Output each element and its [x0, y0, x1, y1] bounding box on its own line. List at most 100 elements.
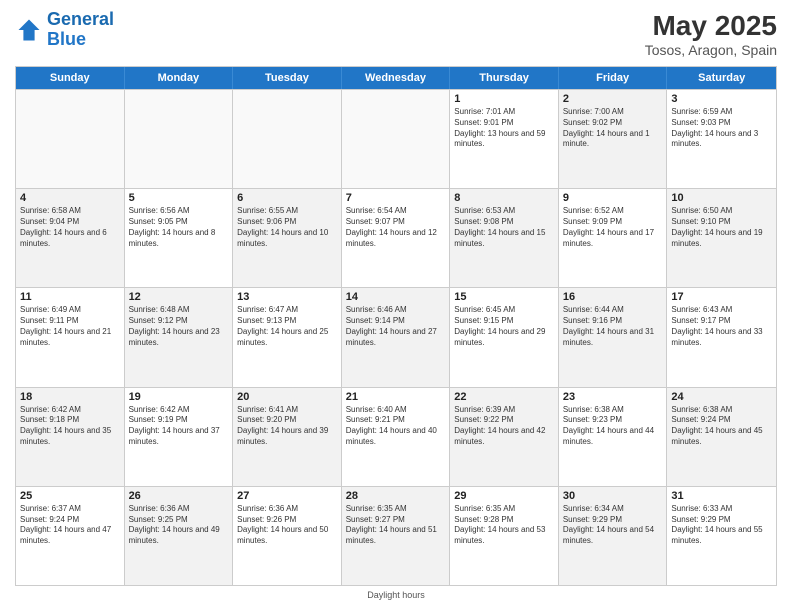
daylight-text: Daylight: 14 hours and 12 minutes. — [346, 228, 446, 250]
daylight-text: Daylight: 14 hours and 17 minutes. — [563, 228, 663, 250]
sunrise-text: Sunrise: 6:47 AM — [237, 305, 337, 316]
calendar-cell: 24 Sunrise: 6:38 AM Sunset: 9:24 PM Dayl… — [667, 388, 776, 486]
day-number: 20 — [237, 391, 337, 403]
sunset-text: Sunset: 9:18 PM — [20, 415, 120, 426]
daylight-text: Daylight: 14 hours and 21 minutes. — [20, 327, 120, 349]
footer-note: Daylight hours — [15, 586, 777, 602]
sunset-text: Sunset: 9:21 PM — [346, 415, 446, 426]
day-number: 30 — [563, 490, 663, 502]
logo-icon — [15, 16, 43, 44]
day-number: 31 — [671, 490, 772, 502]
calendar-week-3: 11 Sunrise: 6:49 AM Sunset: 9:11 PM Dayl… — [16, 287, 776, 386]
day-number: 11 — [20, 291, 120, 303]
day-number: 10 — [671, 192, 772, 204]
day-number: 6 — [237, 192, 337, 204]
calendar-cell: 7 Sunrise: 6:54 AM Sunset: 9:07 PM Dayli… — [342, 189, 451, 287]
calendar-cell — [233, 90, 342, 188]
day-number: 5 — [129, 192, 229, 204]
sunset-text: Sunset: 9:13 PM — [237, 316, 337, 327]
calendar-cell: 28 Sunrise: 6:35 AM Sunset: 9:27 PM Dayl… — [342, 487, 451, 585]
daylight-text: Daylight: 14 hours and 25 minutes. — [237, 327, 337, 349]
sunset-text: Sunset: 9:26 PM — [237, 515, 337, 526]
calendar-cell: 8 Sunrise: 6:53 AM Sunset: 9:08 PM Dayli… — [450, 189, 559, 287]
daylight-text: Daylight: 14 hours and 3 minutes. — [671, 129, 772, 151]
calendar-week-5: 25 Sunrise: 6:37 AM Sunset: 9:24 PM Dayl… — [16, 486, 776, 585]
sunrise-text: Sunrise: 6:33 AM — [671, 504, 772, 515]
calendar-cell: 10 Sunrise: 6:50 AM Sunset: 9:10 PM Dayl… — [667, 189, 776, 287]
daylight-text: Daylight: 14 hours and 37 minutes. — [129, 426, 229, 448]
calendar-cell: 11 Sunrise: 6:49 AM Sunset: 9:11 PM Dayl… — [16, 288, 125, 386]
dow-monday: Monday — [125, 67, 234, 89]
calendar-week-4: 18 Sunrise: 6:42 AM Sunset: 9:18 PM Dayl… — [16, 387, 776, 486]
daylight-text: Daylight: 14 hours and 50 minutes. — [237, 525, 337, 547]
calendar-cell: 4 Sunrise: 6:58 AM Sunset: 9:04 PM Dayli… — [16, 189, 125, 287]
calendar-cell: 13 Sunrise: 6:47 AM Sunset: 9:13 PM Dayl… — [233, 288, 342, 386]
calendar-cell — [342, 90, 451, 188]
daylight-text: Daylight: 14 hours and 29 minutes. — [454, 327, 554, 349]
sunset-text: Sunset: 9:24 PM — [20, 515, 120, 526]
calendar-cell: 5 Sunrise: 6:56 AM Sunset: 9:05 PM Dayli… — [125, 189, 234, 287]
day-number: 9 — [563, 192, 663, 204]
calendar-cell: 23 Sunrise: 6:38 AM Sunset: 9:23 PM Dayl… — [559, 388, 668, 486]
daylight-text: Daylight: 14 hours and 31 minutes. — [563, 327, 663, 349]
daylight-text: Daylight: 14 hours and 10 minutes. — [237, 228, 337, 250]
sunrise-text: Sunrise: 6:41 AM — [237, 405, 337, 416]
sunrise-text: Sunrise: 6:38 AM — [563, 405, 663, 416]
day-number: 16 — [563, 291, 663, 303]
page-subtitle: Tosos, Aragon, Spain — [645, 42, 777, 58]
calendar-body: 1 Sunrise: 7:01 AM Sunset: 9:01 PM Dayli… — [16, 89, 776, 585]
logo-text: General Blue — [47, 10, 114, 50]
calendar-cell: 30 Sunrise: 6:34 AM Sunset: 9:29 PM Dayl… — [559, 487, 668, 585]
sunset-text: Sunset: 9:20 PM — [237, 415, 337, 426]
daylight-text: Daylight: 14 hours and 45 minutes. — [671, 426, 772, 448]
daylight-text: Daylight: 14 hours and 27 minutes. — [346, 327, 446, 349]
daylight-text: Daylight: 14 hours and 54 minutes. — [563, 525, 663, 547]
daylight-text: Daylight: 14 hours and 15 minutes. — [454, 228, 554, 250]
sunset-text: Sunset: 9:09 PM — [563, 217, 663, 228]
sunrise-text: Sunrise: 6:36 AM — [237, 504, 337, 515]
calendar-week-2: 4 Sunrise: 6:58 AM Sunset: 9:04 PM Dayli… — [16, 188, 776, 287]
sunset-text: Sunset: 9:10 PM — [671, 217, 772, 228]
calendar-cell: 12 Sunrise: 6:48 AM Sunset: 9:12 PM Dayl… — [125, 288, 234, 386]
daylight-text: Daylight: 14 hours and 40 minutes. — [346, 426, 446, 448]
daylight-text: Daylight: 14 hours and 35 minutes. — [20, 426, 120, 448]
header: General Blue May 2025 Tosos, Aragon, Spa… — [15, 10, 777, 58]
daylight-text: Daylight: 14 hours and 1 minute. — [563, 129, 663, 151]
day-number: 21 — [346, 391, 446, 403]
sunrise-text: Sunrise: 6:35 AM — [454, 504, 554, 515]
sunrise-text: Sunrise: 6:46 AM — [346, 305, 446, 316]
sunset-text: Sunset: 9:01 PM — [454, 118, 554, 129]
calendar-cell: 22 Sunrise: 6:39 AM Sunset: 9:22 PM Dayl… — [450, 388, 559, 486]
sunset-text: Sunset: 9:28 PM — [454, 515, 554, 526]
day-number: 23 — [563, 391, 663, 403]
sunrise-text: Sunrise: 6:34 AM — [563, 504, 663, 515]
calendar-cell: 18 Sunrise: 6:42 AM Sunset: 9:18 PM Dayl… — [16, 388, 125, 486]
sunset-text: Sunset: 9:24 PM — [671, 415, 772, 426]
daylight-text: Daylight: 14 hours and 51 minutes. — [346, 525, 446, 547]
calendar-cell: 1 Sunrise: 7:01 AM Sunset: 9:01 PM Dayli… — [450, 90, 559, 188]
sunrise-text: Sunrise: 6:36 AM — [129, 504, 229, 515]
sunset-text: Sunset: 9:11 PM — [20, 316, 120, 327]
calendar-cell: 14 Sunrise: 6:46 AM Sunset: 9:14 PM Dayl… — [342, 288, 451, 386]
sunset-text: Sunset: 9:07 PM — [346, 217, 446, 228]
logo: General Blue — [15, 10, 114, 50]
calendar-cell: 20 Sunrise: 6:41 AM Sunset: 9:20 PM Dayl… — [233, 388, 342, 486]
sunset-text: Sunset: 9:22 PM — [454, 415, 554, 426]
calendar-cell: 17 Sunrise: 6:43 AM Sunset: 9:17 PM Dayl… — [667, 288, 776, 386]
calendar-cell: 21 Sunrise: 6:40 AM Sunset: 9:21 PM Dayl… — [342, 388, 451, 486]
day-number: 1 — [454, 93, 554, 105]
daylight-text: Daylight: 14 hours and 49 minutes. — [129, 525, 229, 547]
day-number: 17 — [671, 291, 772, 303]
daylight-text: Daylight: 14 hours and 6 minutes. — [20, 228, 120, 250]
daylight-text: Daylight: 14 hours and 39 minutes. — [237, 426, 337, 448]
day-number: 7 — [346, 192, 446, 204]
dow-wednesday: Wednesday — [342, 67, 451, 89]
sunrise-text: Sunrise: 6:54 AM — [346, 206, 446, 217]
calendar-cell: 9 Sunrise: 6:52 AM Sunset: 9:09 PM Dayli… — [559, 189, 668, 287]
day-number: 14 — [346, 291, 446, 303]
sunrise-text: Sunrise: 6:39 AM — [454, 405, 554, 416]
calendar-cell: 26 Sunrise: 6:36 AM Sunset: 9:25 PM Dayl… — [125, 487, 234, 585]
day-number: 13 — [237, 291, 337, 303]
sunrise-text: Sunrise: 6:48 AM — [129, 305, 229, 316]
daylight-text: Daylight: 14 hours and 42 minutes. — [454, 426, 554, 448]
